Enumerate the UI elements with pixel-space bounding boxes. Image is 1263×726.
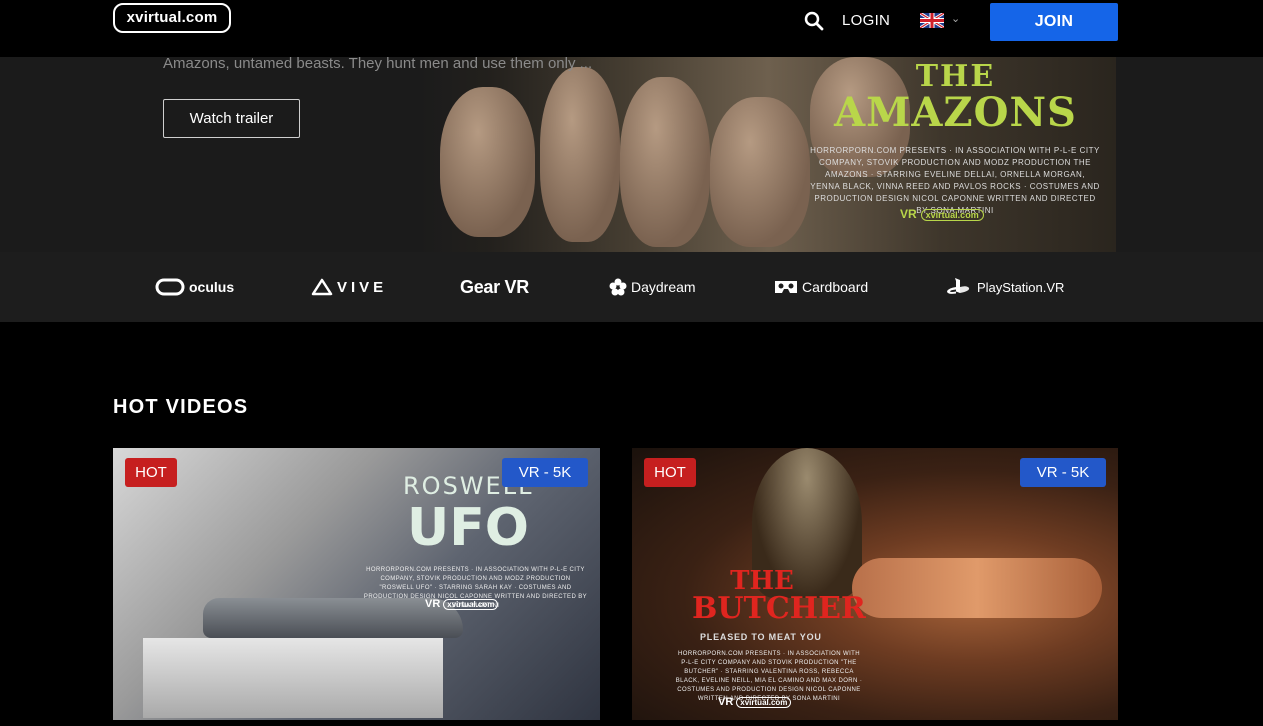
platform-gearvr[interactable]: Gear VR — [460, 252, 529, 322]
language-selector[interactable]: ⌄ — [920, 12, 962, 30]
vive-icon — [311, 278, 333, 296]
hot-badge: HOT — [644, 458, 696, 487]
daydream-icon — [609, 278, 627, 296]
poster-vr-logo: VR xvirtual.com — [718, 696, 792, 708]
hero-poster-title-line2: AMAZONS — [834, 89, 1077, 136]
platform-label: PlayStation.VR — [977, 279, 1065, 295]
vr-resolution-badge: VR - 5K — [1020, 458, 1106, 487]
platform-vive[interactable]: VIVE — [311, 252, 387, 322]
poster-vr-logo: VR xvirtual.com — [425, 598, 499, 610]
chevron-down-icon: ⌄ — [951, 13, 961, 25]
site-header: xvirtual.com LOGIN ⌄ JOIN — [0, 0, 1263, 57]
vr-label: VR — [718, 696, 734, 708]
poster-title: THE BUTCHER — [692, 568, 866, 626]
poster-figure — [540, 67, 620, 242]
hero-poster-vr-logo: VR xvirtual.com — [900, 207, 984, 221]
vr-resolution-badge: VR - 5K — [502, 458, 588, 487]
search-icon[interactable] — [804, 11, 824, 31]
platform-cardboard[interactable]: Cardboard — [774, 252, 868, 322]
hero-description: Amazons, untamed beasts. They hunt men a… — [163, 57, 593, 72]
platform-daydream[interactable]: Daydream — [609, 252, 696, 322]
vr-label: VR — [425, 598, 441, 610]
poster-title-line2: BUTCHER — [692, 591, 866, 626]
poster-figure — [440, 87, 535, 237]
supported-platforms-bar: oculus VIVE Gear VR Daydream Cardboard P… — [0, 252, 1263, 322]
platform-label: Cardboard — [802, 279, 869, 295]
video-card-roswell-ufo[interactable]: ROSWELL UFO HORRORPORN.COM PRESENTS · IN… — [113, 448, 600, 720]
poster-figure — [710, 97, 810, 247]
poster-tagline: PLEASED TO MEAT YOU — [700, 632, 822, 642]
hero-poster-title: THE AMAZONS — [818, 59, 1093, 136]
site-label: xvirtual.com — [920, 209, 984, 221]
oculus-icon — [155, 278, 185, 296]
watch-trailer-button[interactable]: Watch trailer — [163, 99, 300, 138]
login-link[interactable]: LOGIN — [842, 12, 890, 29]
site-logo[interactable]: xvirtual.com — [113, 3, 231, 33]
poster-table-shape — [143, 638, 443, 718]
uk-flag-icon — [920, 13, 944, 28]
platform-oculus[interactable]: oculus — [155, 252, 234, 322]
gearvr-icon: Gear VR — [460, 276, 529, 297]
hot-videos-heading: HOT VIDEOS — [113, 396, 249, 418]
poster-title-line2: UFO — [407, 498, 529, 558]
vr-label: VR — [900, 207, 917, 221]
poster-figure — [620, 77, 710, 247]
playstation-icon — [947, 278, 970, 294]
poster-figure — [852, 558, 1102, 618]
site-label: xvirtual.com — [736, 697, 792, 708]
site-label: xvirtual.com — [443, 599, 499, 610]
platform-playstation-vr[interactable]: PlayStation.VR — [945, 252, 1064, 322]
hero-banner: THE AMAZONS HORRORPORN.COM PRESENTS · IN… — [0, 57, 1263, 252]
hot-badge: HOT — [125, 458, 177, 487]
join-button[interactable]: JOIN — [990, 3, 1118, 41]
platform-label: oculus — [189, 279, 235, 295]
cardboard-icon — [775, 281, 797, 293]
platform-label: Daydream — [631, 279, 696, 295]
video-card-the-butcher[interactable]: THE BUTCHER PLEASED TO MEAT YOU HORRORPO… — [632, 448, 1118, 720]
platform-label: VIVE — [337, 278, 388, 296]
